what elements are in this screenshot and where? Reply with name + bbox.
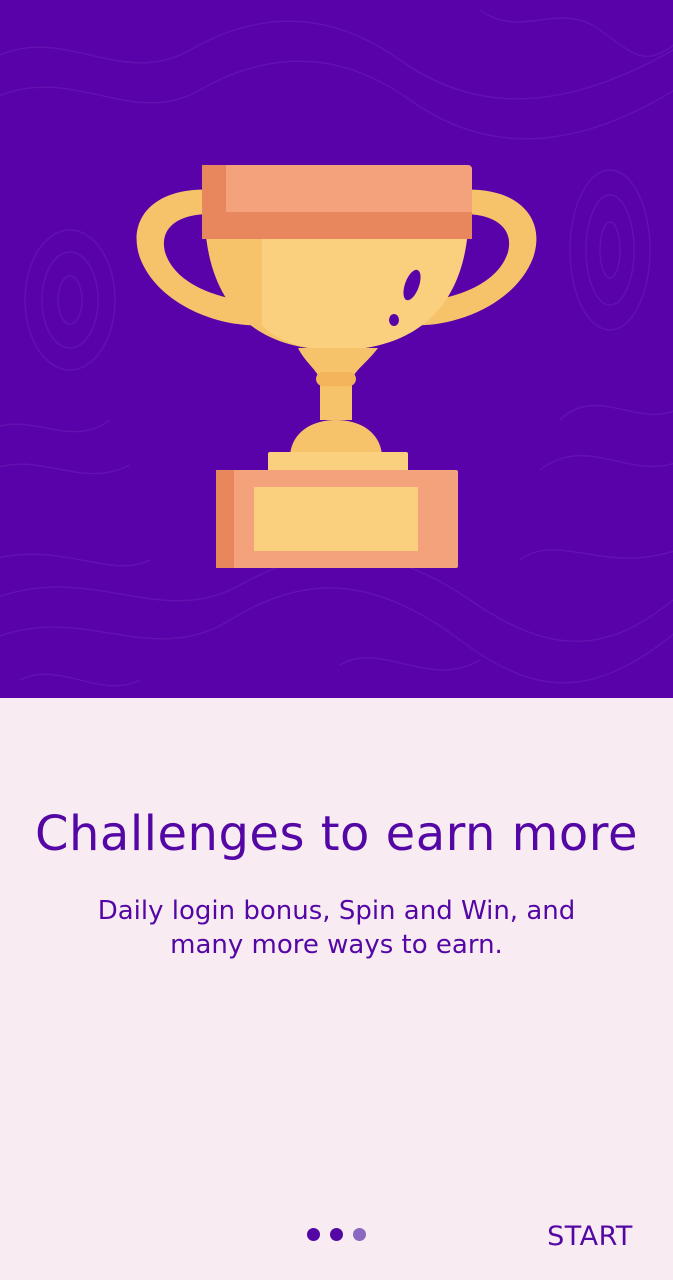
page-dot-2 [330, 1228, 343, 1241]
onboarding-subtitle: Daily login bonus, Spin and Win, and man… [36, 894, 637, 962]
hero-banner [0, 0, 673, 698]
onboarding-content: Challenges to earn more Daily login bonu… [0, 698, 673, 1280]
page-dot-3 [353, 1228, 366, 1241]
trophy-icon [136, 165, 537, 568]
page-indicator [307, 1228, 367, 1242]
onboarding-title: Challenges to earn more [34, 806, 639, 862]
start-button[interactable]: START [530, 1213, 650, 1259]
subtitle-line-1: Daily login bonus, Spin and Win, and [97, 896, 576, 926]
subtitle-line-2: many more ways to earn. [170, 930, 503, 960]
page-dot-1 [307, 1228, 320, 1241]
